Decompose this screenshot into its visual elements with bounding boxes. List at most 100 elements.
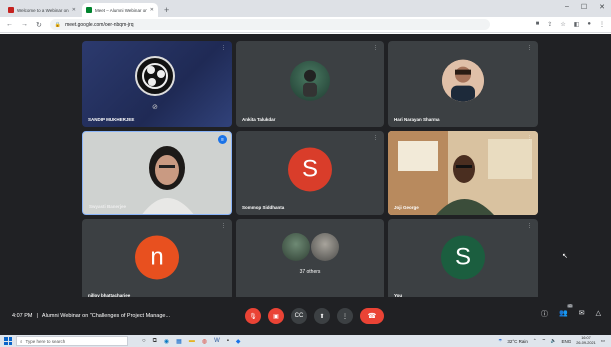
windows-taskbar: ⌕ Type here to search ○ ⧉ ◉ ▦ ▬ ◍ W ▪ ◆ …: [0, 335, 611, 347]
participant-video: [83, 132, 231, 214]
leave-call-button[interactable]: ☎: [360, 308, 384, 324]
chat-icon[interactable]: ✉: [579, 309, 585, 319]
browser-tab-bar: Welcome to a Webinar on Follo ✕ Meet – A…: [0, 0, 611, 17]
close-window-icon[interactable]: ✕: [599, 3, 605, 11]
url-text: meet.google.com/oer-nbqm-jrq: [65, 21, 134, 28]
participant-avatar: S: [288, 147, 332, 192]
word-icon[interactable]: W: [214, 338, 220, 345]
more-options-icon[interactable]: ⋮: [527, 135, 532, 141]
speaking-indicator-icon: ≡: [218, 135, 227, 144]
browser-tab-webinar[interactable]: Welcome to a Webinar on Follo ✕: [4, 3, 80, 17]
participant-tile-sandip[interactable]: ⊘ ⋮ SANDIP MUKHERJEE: [82, 41, 232, 127]
clock[interactable]: 16:07 26-09-2021: [576, 336, 595, 346]
participant-name: SANDIP MUKHERJEE: [88, 117, 135, 122]
taskbar-search[interactable]: ⌕ Type here to search: [16, 336, 128, 346]
weather-text[interactable]: 32°C Rain: [507, 339, 528, 344]
others-tile[interactable]: 37 others: [236, 219, 384, 303]
mouse-cursor-icon: ↖: [562, 253, 568, 260]
participant-tile-sommop[interactable]: S ⋮ Sommop Siddhanta: [236, 131, 384, 215]
participant-tile-joji[interactable]: ⋮ Joji George: [388, 131, 538, 215]
menu-icon[interactable]: ⋮: [599, 21, 605, 28]
present-button[interactable]: ⬆: [314, 308, 330, 324]
participant-tile-you[interactable]: S ⋮ You: [388, 219, 538, 303]
clock-date: 26-09-2021: [576, 341, 596, 345]
participant-video: [388, 131, 538, 215]
browser-tab-meet[interactable]: Meet – Alumni Webinar on ✕: [82, 3, 158, 17]
store-icon[interactable]: ▦: [176, 338, 182, 345]
lock-icon: 🔒: [54, 21, 62, 28]
app-icon-2[interactable]: ◆: [236, 338, 241, 345]
activities-icon[interactable]: △: [596, 309, 601, 319]
info-icon[interactable]: ⓘ: [541, 309, 548, 319]
edge-icon[interactable]: ◉: [164, 338, 169, 345]
forward-icon[interactable]: →: [21, 21, 28, 28]
close-tab-icon[interactable]: ✕: [150, 7, 154, 13]
bookmark-star-icon[interactable]: ☆: [560, 21, 565, 28]
profile-icon[interactable]: ●: [587, 21, 591, 28]
meet-favicon-icon: [86, 7, 92, 13]
participant-avatar: n: [135, 235, 179, 280]
more-options-icon[interactable]: ⋮: [221, 45, 226, 51]
reload-icon[interactable]: ↻: [36, 21, 42, 29]
participant-photo: [442, 59, 484, 102]
meeting-side-controls: ⓘ 👥 43 ✉ △: [541, 304, 601, 319]
captions-button[interactable]: CC: [291, 308, 307, 324]
participant-name: Sommop Siddhanta: [242, 205, 285, 210]
participant-tile-ankita[interactable]: ⋮ Ankita Talukdar: [236, 41, 384, 127]
windows-start-icon[interactable]: [4, 337, 12, 345]
notifications-icon[interactable]: ▭: [601, 338, 605, 344]
others-avatars: [282, 233, 339, 261]
more-options-button[interactable]: ⋮: [337, 308, 353, 324]
more-options-icon[interactable]: ⋮: [373, 135, 378, 141]
participant-photo: [311, 233, 339, 261]
minimize-icon[interactable]: –: [565, 3, 569, 11]
tray-chevron-icon[interactable]: ⌃: [533, 338, 537, 344]
app-icon[interactable]: ▪: [227, 338, 229, 345]
language-indicator[interactable]: ENG: [562, 339, 572, 344]
weather-icon[interactable]: ☂: [498, 338, 502, 344]
share-icon[interactable]: ⇪: [547, 21, 552, 28]
others-count: 37 others: [299, 269, 321, 275]
cortana-icon[interactable]: ○: [142, 338, 146, 345]
task-view-icon[interactable]: ⧉: [153, 338, 157, 345]
participant-tile-swyasti[interactable]: ≡ Swyasti Banerjee: [82, 131, 232, 215]
browser-toolbar: ■ ⇪ ☆ ◧ ● ⋮: [536, 21, 605, 28]
address-bar-row: ← → ↻ 🔒 meet.google.com/oer-nbqm-jrq ■ ⇪…: [0, 17, 611, 33]
more-options-icon[interactable]: ⋮: [373, 45, 378, 51]
people-icon[interactable]: 👥 43: [559, 304, 573, 319]
file-explorer-icon[interactable]: ▬: [189, 338, 195, 345]
close-tab-icon[interactable]: ✕: [72, 7, 76, 13]
participant-count-badge: 43: [566, 304, 573, 308]
meeting-details[interactable]: 4:07 PM | Alumni Webinar on "Challenges …: [12, 313, 242, 319]
participant-tile-hari[interactable]: ⋮ Hari Narayan Sharma: [388, 41, 538, 127]
back-icon[interactable]: ←: [6, 21, 13, 28]
new-tab-button[interactable]: +: [160, 5, 173, 17]
mic-off-button[interactable]: 🎙: [245, 308, 261, 324]
tab-title: Welcome to a Webinar on Follo: [17, 7, 69, 13]
participant-tile-nilloy[interactable]: n ⋮ nilloy bhattacharjee: [82, 219, 232, 303]
search-placeholder: Type here to search: [25, 338, 66, 344]
call-controls: 🎙 ▣ CC ⬆ ⋮ ☎: [245, 308, 384, 324]
window-controls: – ☐ ✕: [565, 3, 605, 11]
extension-icon[interactable]: ◧: [574, 21, 580, 28]
more-options-icon[interactable]: ⋮: [221, 223, 226, 229]
search-icon: ⌕: [20, 338, 23, 344]
separator: |: [36, 313, 38, 319]
chrome-icon[interactable]: ◍: [202, 338, 207, 345]
participant-name: Hari Narayan Sharma: [394, 117, 440, 122]
participant-photo: [282, 233, 310, 261]
more-options-icon[interactable]: ⋮: [527, 223, 532, 229]
camera-off-icon: ⊘: [152, 104, 158, 111]
volume-icon[interactable]: 🔈: [551, 338, 557, 344]
meet-stage: ⊘ ⋮ SANDIP MUKHERJEE ⋮ Ankita Talukdar ⋮…: [0, 34, 611, 335]
camera-icon[interactable]: ■: [536, 21, 540, 28]
camera-off-button[interactable]: ▣: [268, 308, 284, 324]
current-time: 4:07 PM: [12, 313, 33, 319]
participant-avatar: S: [441, 235, 485, 280]
url-field[interactable]: 🔒 meet.google.com/oer-nbqm-jrq: [49, 19, 490, 30]
more-options-icon[interactable]: ⋮: [527, 45, 532, 51]
system-tray: ☂ 32°C Rain ⌃ ⌔ 🔈 ENG 16:07 26-09-2021 ▭: [498, 336, 611, 346]
maximize-icon[interactable]: ☐: [581, 3, 587, 11]
network-icon[interactable]: ⌔: [542, 338, 546, 344]
meeting-title: Alumni Webinar on "Challenges of Project…: [41, 313, 171, 319]
